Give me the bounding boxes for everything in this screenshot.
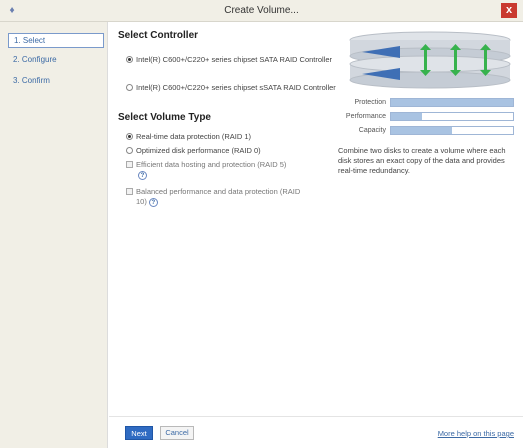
raid5-label: Efficient data hosting and protection (R… — [136, 160, 287, 169]
cancel-button[interactable]: Cancel — [160, 426, 194, 440]
title-bar: ♦ Create Volume... x — [0, 0, 523, 22]
select-controller-heading: Select Controller — [118, 30, 199, 41]
next-button[interactable]: Next — [125, 426, 153, 440]
capacity-bar-fill — [391, 127, 452, 134]
performance-label: Performance — [345, 113, 386, 120]
controller-sata-label[interactable]: Intel(R) C600+/C220+ series chipset SATA… — [136, 55, 336, 65]
controller-ssata-label[interactable]: Intel(R) C600+/C220+ series chipset sSAT… — [136, 83, 336, 93]
controller-sata-radio[interactable] — [126, 56, 133, 63]
performance-bar — [390, 112, 514, 121]
performance-bar-fill — [391, 113, 422, 120]
raid-mirror-illustration-icon — [349, 31, 511, 89]
raid0-label[interactable]: Optimized disk performance (RAID 0) — [136, 146, 261, 156]
raid10-option: Balanced performance and data protection… — [136, 187, 306, 207]
raid1-radio[interactable] — [126, 133, 133, 140]
wizard-steps-sidebar: 1. Select 2. Configure 3. Confirm — [0, 22, 108, 448]
raid5-checkbox — [126, 161, 133, 168]
close-button[interactable]: x — [501, 3, 517, 18]
raid10-checkbox — [126, 188, 133, 195]
protection-bar-fill — [391, 99, 513, 106]
raid5-help-icon[interactable]: ? — [138, 171, 147, 180]
step-select[interactable]: 1. Select — [8, 33, 104, 48]
more-help-link[interactable]: More help on this page — [438, 429, 514, 438]
capacity-label: Capacity — [358, 127, 386, 134]
select-volume-type-heading: Select Volume Type — [118, 112, 211, 123]
raid5-option: Efficient data hosting and protection (R… — [136, 160, 316, 180]
footer-divider — [109, 416, 523, 417]
window-title: Create Volume... — [224, 5, 299, 16]
volume-type-description: Combine two disks to create a volume whe… — [338, 146, 506, 175]
step-confirm[interactable]: 3. Confirm — [8, 74, 104, 89]
raid1-label[interactable]: Real-time data protection (RAID 1) — [136, 132, 251, 142]
protection-bar — [390, 98, 514, 107]
protection-label: Protection — [354, 99, 386, 106]
capacity-bar — [390, 126, 514, 135]
raid0-radio[interactable] — [126, 147, 133, 154]
step-configure[interactable]: 2. Configure — [8, 53, 104, 68]
raid10-help-icon[interactable]: ? — [148, 198, 158, 207]
controller-ssata-radio[interactable] — [126, 84, 133, 91]
raid10-label: Balanced performance and data protection… — [136, 187, 301, 206]
